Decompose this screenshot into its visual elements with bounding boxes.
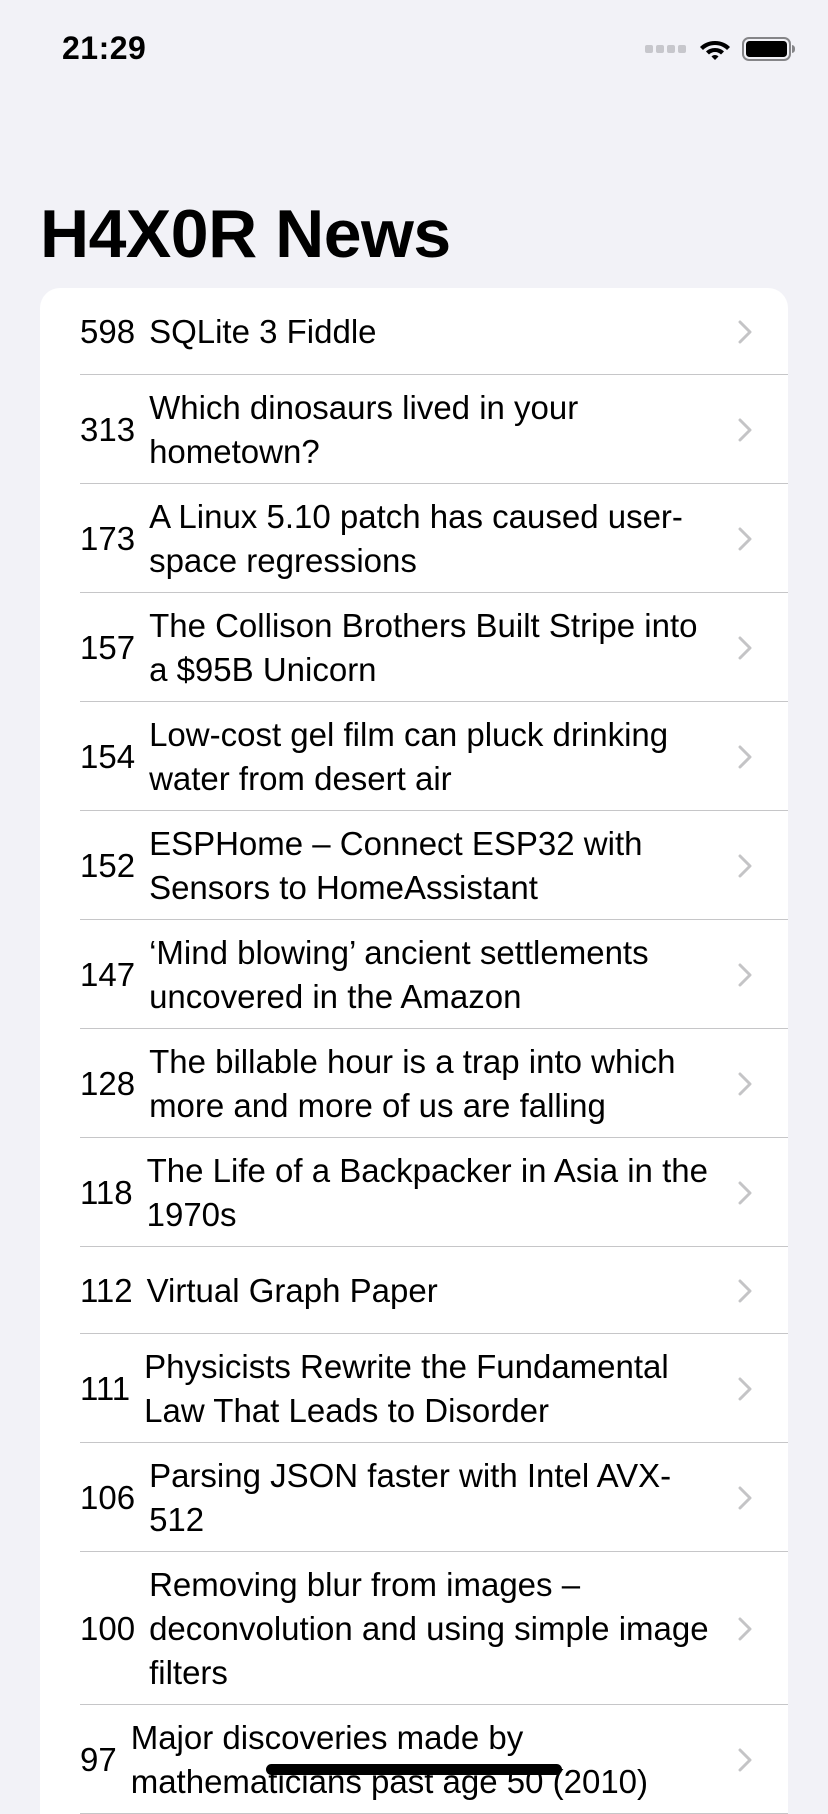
story-title: The Collison Brothers Built Stripe into … [149, 606, 698, 688]
story-title: Physicists Rewrite the Fundamental Law T… [144, 1347, 669, 1429]
story-score: 128 [80, 1064, 136, 1102]
story-title: Parsing JSON faster with Intel AVX-512 [149, 1456, 672, 1538]
story-row[interactable]: 118 The Life of a Backpacker in Asia in t… [40, 1138, 788, 1247]
story-score: 598 [80, 312, 136, 350]
chevron-right-icon [738, 527, 752, 550]
chevron-right-icon [738, 963, 752, 986]
story-row[interactable]: 152 ESPHome – Connect ESP32 with Sensors … [40, 811, 788, 920]
battery-icon [742, 37, 795, 61]
story-title: Which dinosaurs lived in your hometown? [149, 388, 579, 470]
story-row[interactable]: 147 ‘Mind blowing’ ancient settlements un… [40, 920, 788, 1029]
status-icons [645, 34, 796, 64]
chevron-right-icon [738, 1748, 752, 1771]
home-indicator[interactable] [266, 1764, 562, 1775]
chevron-right-icon [738, 418, 752, 441]
chevron-right-icon [738, 1279, 752, 1302]
chevron-right-icon [738, 1377, 752, 1400]
news-list: 598 SQLite 3 Fiddle 313 Which dinosaurs liv… [40, 288, 788, 1814]
story-title: SQLite 3 Fiddle [149, 312, 377, 350]
wifi-icon [700, 41, 730, 60]
story-score: 152 [80, 846, 136, 884]
story-title: A Linux 5.10 patch has caused user-space… [149, 497, 683, 579]
story-score: 157 [80, 628, 136, 666]
story-row[interactable]: 106 Parsing JSON faster with Intel AVX-51… [40, 1443, 788, 1552]
chevron-right-icon [738, 745, 752, 768]
chevron-right-icon [738, 1486, 752, 1509]
story-row[interactable]: 154 Low-cost gel film can pluck drinking … [40, 702, 788, 811]
story-row[interactable]: 157 The Collison Brothers Built Stripe in… [40, 593, 788, 702]
story-title: Removing blur from images – deconvolutio… [149, 1565, 709, 1691]
status-bar: 21:29 [0, 0, 828, 100]
story-title: ESPHome – Connect ESP32 with Sensors to … [149, 824, 643, 906]
chevron-right-icon [738, 854, 752, 877]
story-title: The billable hour is a trap into which m… [149, 1042, 676, 1124]
story-row[interactable]: 313 Which dinosaurs lived in your hometow… [40, 375, 788, 484]
story-row[interactable]: 112 Virtual Graph Paper [40, 1247, 788, 1334]
story-title: Low-cost gel film can pluck drinking wat… [149, 715, 669, 797]
story-score: 313 [80, 410, 136, 448]
page-title: H4X0R News [40, 196, 451, 272]
story-title: Virtual Graph Paper [146, 1271, 438, 1309]
story-title: The Life of a Backpacker in Asia in the … [146, 1151, 708, 1233]
chevron-right-icon [738, 320, 752, 343]
story-score: 147 [80, 955, 136, 993]
story-row[interactable]: 173 A Linux 5.10 patch has caused user-sp… [40, 484, 788, 593]
story-row[interactable]: 100 Removing blur from images – deconvolu… [40, 1552, 788, 1705]
story-score: 97 [80, 1740, 117, 1778]
story-score: 106 [80, 1478, 136, 1516]
chevron-right-icon [738, 636, 752, 659]
story-score: 112 [80, 1271, 133, 1309]
story-row[interactable]: 97 Major discoveries made by mathematicia… [40, 1705, 788, 1814]
story-title: ‘Mind blowing’ ancient settlements uncov… [149, 933, 649, 1015]
story-row[interactable]: 598 SQLite 3 Fiddle [40, 288, 788, 375]
story-score: 118 [80, 1173, 133, 1211]
cellular-signal-icon [645, 45, 686, 53]
story-score: 111 [80, 1369, 131, 1407]
story-score: 100 [80, 1609, 136, 1647]
chevron-right-icon [738, 1617, 752, 1640]
story-score: 173 [80, 519, 136, 557]
story-title: Major discoveries made by mathematicians… [130, 1718, 649, 1800]
chevron-right-icon [738, 1181, 752, 1204]
story-row[interactable]: 111 Physicists Rewrite the Fundamental La… [40, 1334, 788, 1443]
story-row[interactable]: 128 The billable hour is a trap into whic… [40, 1029, 788, 1138]
chevron-right-icon [738, 1072, 752, 1095]
status-time: 21:29 [62, 30, 147, 66]
story-score: 154 [80, 737, 136, 775]
